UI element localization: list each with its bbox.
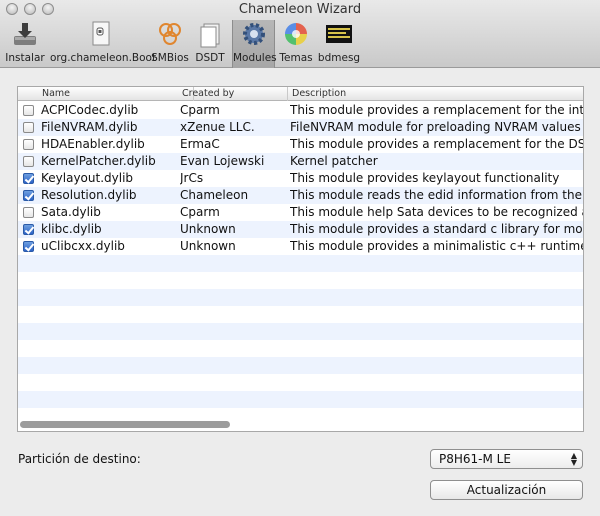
module-name-cell: Resolution.dylib <box>41 188 137 202</box>
horizontal-scrollbar[interactable] <box>18 417 583 431</box>
table-row[interactable]: Resolution.dylib Chameleon This module rea… <box>18 187 583 204</box>
window-title: Chameleon Wizard <box>238 2 362 17</box>
module-description-cell: This module provides a remplacement for … <box>290 103 584 117</box>
bdmesg-console-icon <box>326 25 352 43</box>
toolbar-item-dsdt[interactable]: DSDT <box>193 20 227 66</box>
empty-row <box>18 323 583 340</box>
scrollbar-thumb[interactable] <box>20 421 230 428</box>
toolbar-item-bdmesg[interactable]: bdmesg <box>317 20 361 66</box>
module-description-cell: FileNVRAM module for preloading NVRAM va… <box>290 120 581 134</box>
column-header-description[interactable]: Description <box>286 87 583 101</box>
modules-table: Name Created by Description ACPICodec.dy… <box>17 86 584 432</box>
install-drive-icon <box>14 23 36 45</box>
boot-plist-icon <box>92 21 110 46</box>
table-row[interactable]: FileNVRAM.dylib xZenue LLC. FileNVRAM modu… <box>18 119 583 136</box>
module-name-cell: uClibcxx.dylib <box>41 239 125 253</box>
module-enable-checkbox[interactable] <box>23 207 34 218</box>
table-row[interactable]: HDAEnabler.dylib ErmaC This module provide… <box>18 136 583 153</box>
module-author-cell: Chameleon <box>180 188 249 202</box>
module-description-cell: This module provides a standard c librar… <box>290 222 584 236</box>
destination-partition-select[interactable]: P8H61-M LE ▲ ▼ <box>430 449 583 469</box>
module-enable-checkbox[interactable] <box>23 156 34 167</box>
empty-row <box>18 374 583 391</box>
module-author-cell: JrCs <box>180 171 204 185</box>
toolbar-item-instalar[interactable]: Instalar <box>4 20 46 66</box>
table-body: ACPICodec.dylib Cparm This module provides… <box>18 102 583 255</box>
module-name-cell: FileNVRAM.dylib <box>41 120 138 134</box>
module-description-cell: This module reads the edid information f… <box>290 188 584 202</box>
module-enable-checkbox[interactable] <box>23 224 34 235</box>
module-author-cell: Unknown <box>180 239 236 253</box>
module-author-cell: Unknown <box>180 222 236 236</box>
module-name-cell: Keylayout.dylib <box>41 171 134 185</box>
table-header: Name Created by Description <box>18 87 583 101</box>
toolbar-label: Modules <box>233 52 277 64</box>
destination-partition-value: P8H61-M LE <box>439 452 511 466</box>
select-arrows-icon: ▲ ▼ <box>570 451 577 467</box>
toolbar-item-smbios[interactable]: SMBios <box>151 20 189 66</box>
column-header-created-by[interactable]: Created by <box>176 87 288 101</box>
table-row[interactable]: uClibcxx.dylib Unknown This module provide… <box>18 238 583 255</box>
toolbar-label: org.chameleon.Boot <box>50 52 157 64</box>
module-enable-checkbox[interactable] <box>23 122 34 133</box>
table-row[interactable]: Keylayout.dylib JrCs This module provides … <box>18 170 583 187</box>
modules-gear-icon <box>242 23 265 45</box>
empty-row <box>18 306 583 323</box>
module-description-cell: Kernel patcher <box>290 154 378 168</box>
table-row[interactable]: KernelPatcher.dylib Evan Lojewski Kernel p… <box>18 153 583 170</box>
module-author-cell: xZenue LLC. <box>180 120 255 134</box>
table-row[interactable]: ACPICodec.dylib Cparm This module provides… <box>18 102 583 119</box>
toolbar-label: bdmesg <box>317 52 361 64</box>
module-name-cell: klibc.dylib <box>41 222 102 236</box>
module-description-cell: This module provides a remplacement for … <box>290 137 584 151</box>
table-row[interactable]: klibc.dylib Unknown This module provides a… <box>18 221 583 238</box>
module-author-cell: Cparm <box>180 205 220 219</box>
dsdt-document-icon <box>200 23 220 48</box>
column-header-name[interactable]: Name <box>36 87 194 101</box>
module-enable-checkbox[interactable] <box>23 241 34 252</box>
module-enable-checkbox[interactable] <box>23 139 34 150</box>
table-filler <box>18 255 583 425</box>
module-description-cell: This module provides a minimalistic c++ … <box>290 239 584 253</box>
empty-row <box>18 255 583 272</box>
module-enable-checkbox[interactable] <box>23 190 34 201</box>
module-name-cell: Sata.dylib <box>41 205 101 219</box>
toolbar-item-temas[interactable]: Temas <box>279 20 313 66</box>
empty-row <box>18 391 583 408</box>
module-description-cell: This module help Sata devices to be reco… <box>290 205 584 219</box>
module-enable-checkbox[interactable] <box>23 173 34 184</box>
module-author-cell: ErmaC <box>180 137 220 151</box>
smbios-rings-icon <box>159 23 181 45</box>
toolbar-label: Instalar <box>5 52 45 64</box>
module-name-cell: ACPICodec.dylib <box>41 103 139 117</box>
toolbar-item-boot-plist[interactable]: org.chameleon.Boot <box>50 20 157 66</box>
chameleon-wizard-window: Chameleon Wizard Instalar org.chameleon.… <box>0 0 600 516</box>
empty-row <box>18 289 583 306</box>
table-row[interactable]: Sata.dylib Cparm This module help Sata dev… <box>18 204 583 221</box>
module-author-cell: Cparm <box>180 103 220 117</box>
themes-color-wheel-icon <box>285 23 307 45</box>
toolbar-label: SMBios <box>151 52 189 64</box>
module-description-cell: This module provides keylayout functiona… <box>290 171 560 185</box>
actualizacion-button[interactable]: Actualización <box>430 480 583 500</box>
empty-row <box>18 357 583 374</box>
destination-partition-label: Partición de destino: <box>18 452 141 466</box>
module-author-cell: Evan Lojewski <box>180 154 265 168</box>
titlebar-toolbar: Chameleon Wizard Instalar org.chameleon.… <box>0 0 600 68</box>
toolbar-label: Temas <box>279 52 313 64</box>
module-name-cell: KernelPatcher.dylib <box>41 154 156 168</box>
empty-row <box>18 340 583 357</box>
toolbar-label: DSDT <box>195 52 225 64</box>
module-enable-checkbox[interactable] <box>23 105 34 116</box>
empty-row <box>18 272 583 289</box>
toolbar-item-modules[interactable]: Modules <box>232 20 277 68</box>
module-name-cell: HDAEnabler.dylib <box>41 137 145 151</box>
